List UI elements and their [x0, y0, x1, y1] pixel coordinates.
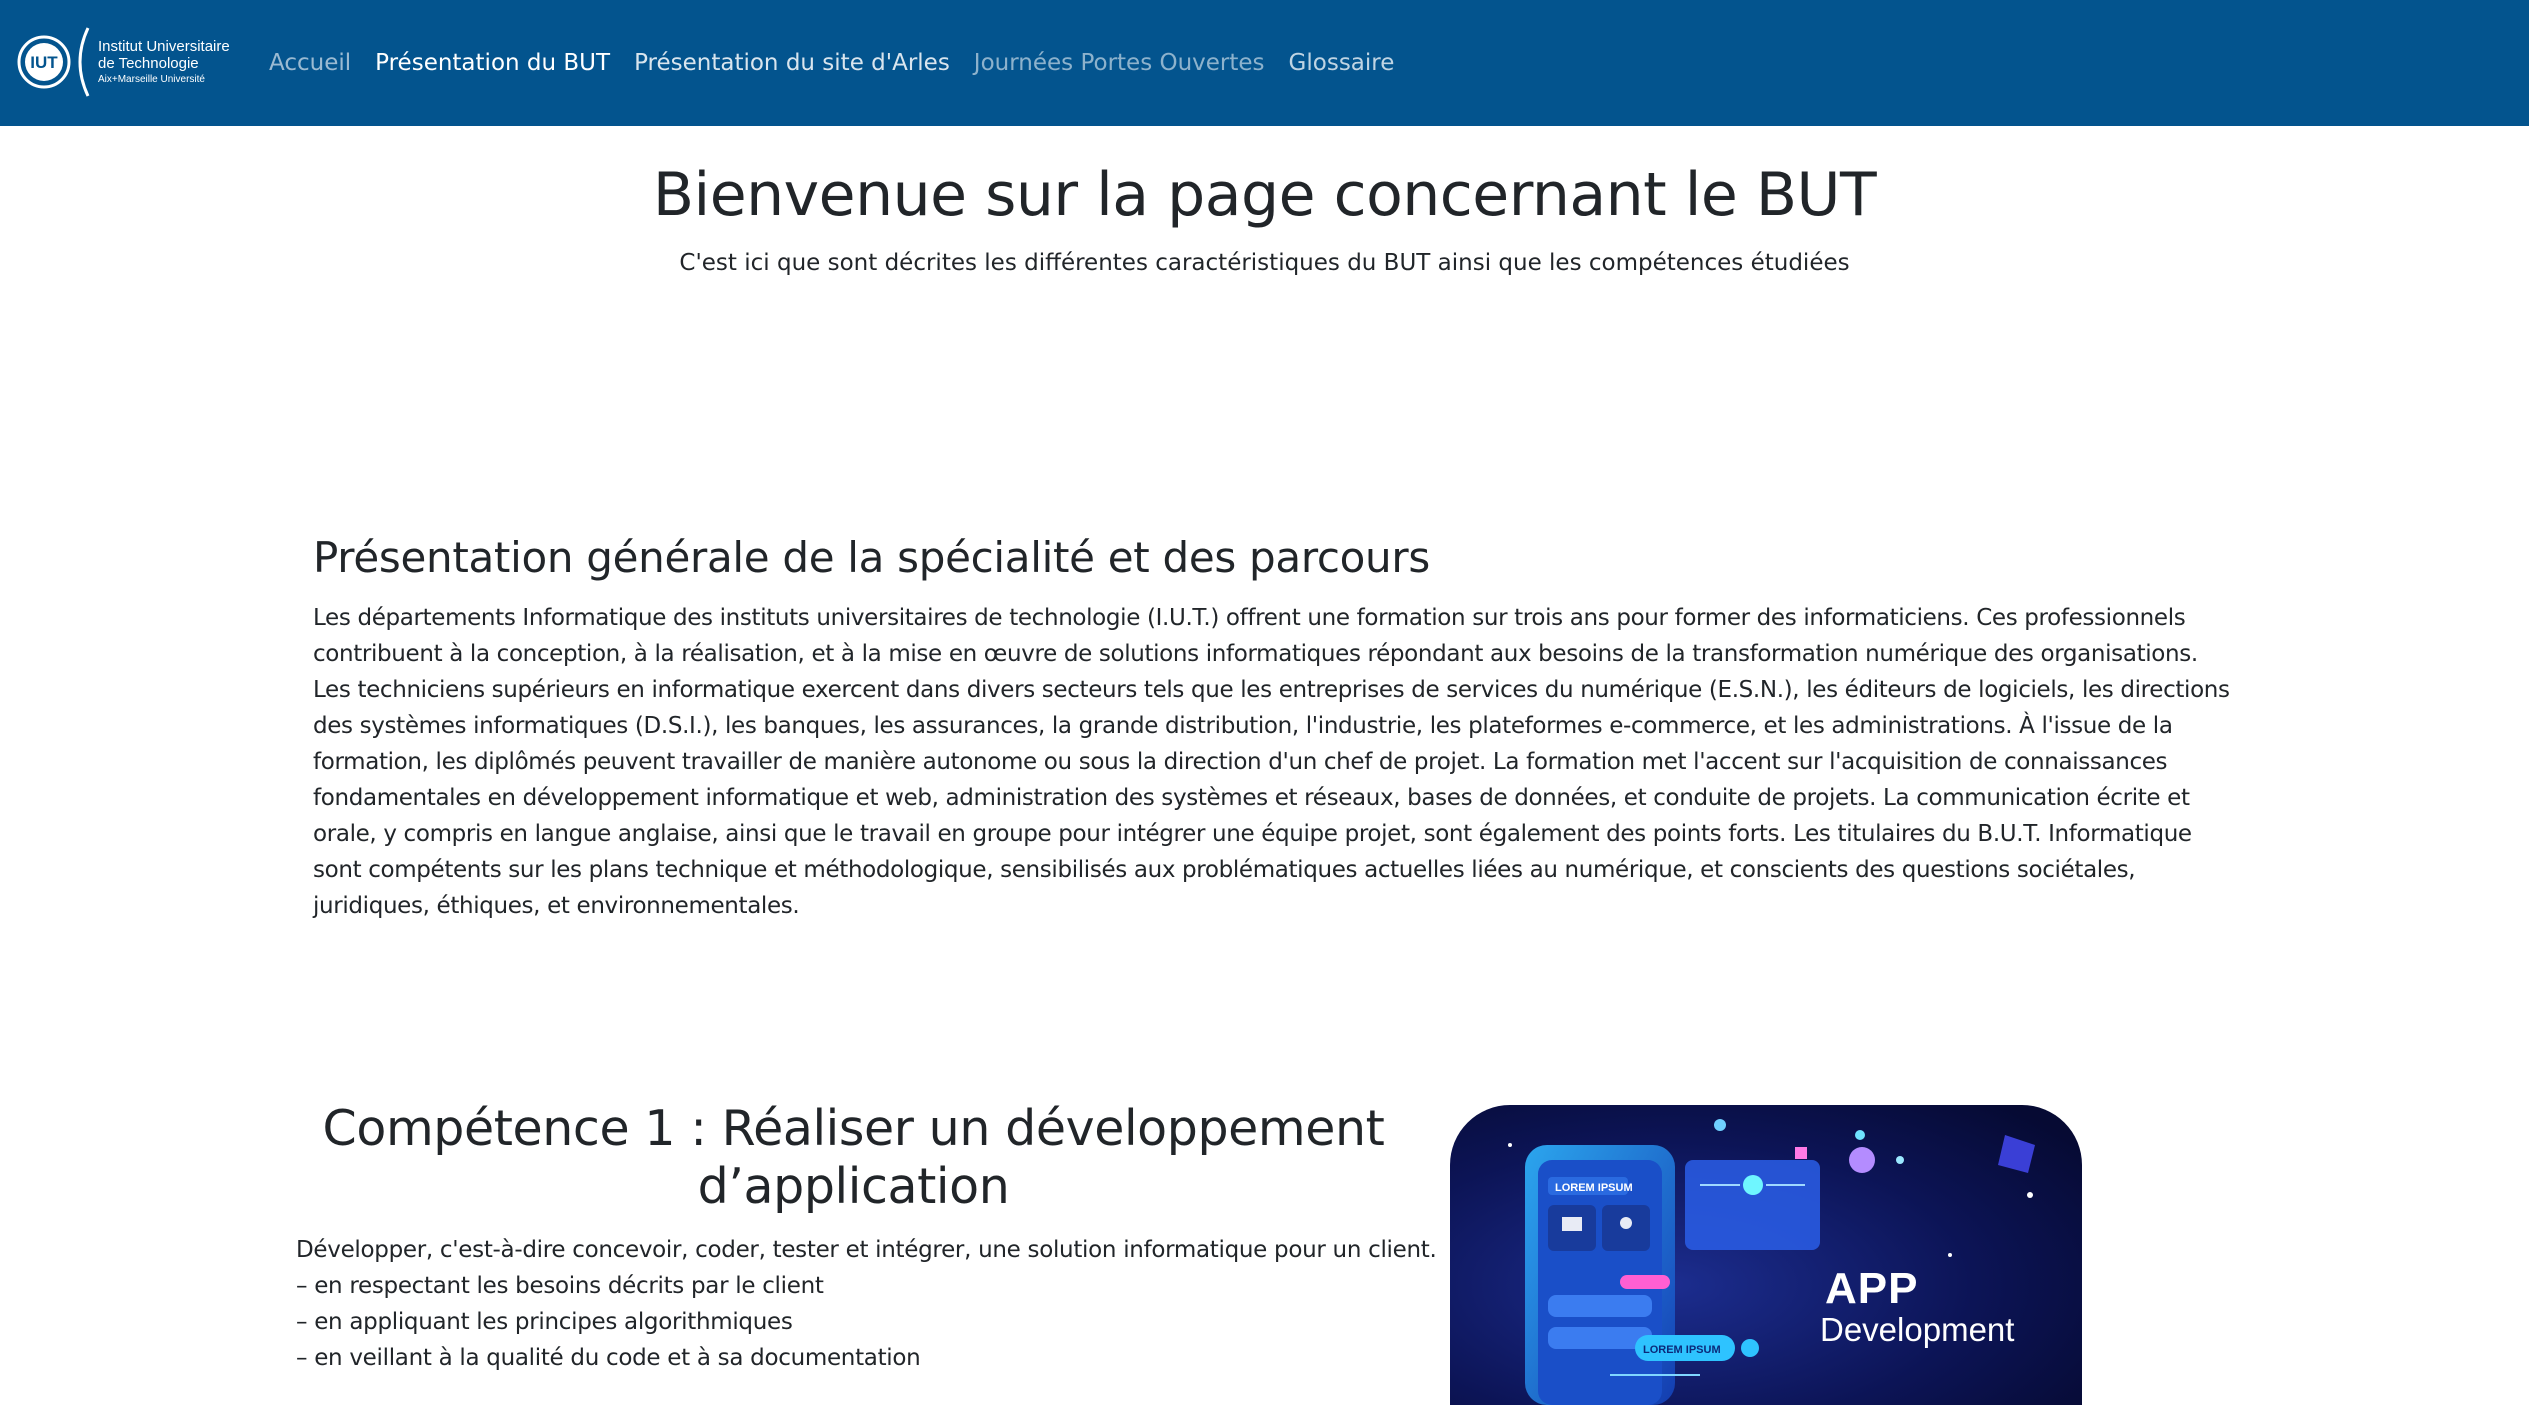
pill-label: LOREM IPSUM: [1643, 1344, 1721, 1356]
logo-line-2: de Technologie: [98, 54, 199, 72]
nav-link-presentation-but[interactable]: Présentation du BUT: [375, 50, 610, 76]
nav-link-glossaire[interactable]: Glossaire: [1289, 50, 1395, 76]
presentation-body: Les départements Informatique des instit…: [313, 605, 2230, 919]
logo-line-1: Institut Universitaire: [98, 38, 230, 55]
competence-1-item: – en respectant les besoins décrits par …: [296, 1273, 824, 1299]
phone-label: LOREM IPSUM: [1555, 1182, 1633, 1194]
page-title: Bienvenue sur la page concernant le BUT: [652, 160, 1877, 230]
development-word: Development: [1820, 1311, 2014, 1348]
competence-1-title: Compétence 1 : Réaliser un développement…: [322, 1100, 1385, 1215]
app-word: APP: [1825, 1264, 1918, 1313]
presentation-title: Présentation générale de la spécialité e…: [313, 533, 1430, 582]
page-subtitle: C'est ici que sont décrites les différen…: [679, 250, 1850, 276]
competence-1-list: Développer, c'est-à-dire concevoir, code…: [296, 1232, 1496, 1376]
logo-line-3: Aix+Marseille Université: [98, 74, 205, 85]
main-nav: Accueil Présentation du BUT Présentation…: [269, 0, 1418, 126]
nav-link-portes-ouvertes[interactable]: Journées Portes Ouvertes: [974, 50, 1265, 76]
nav-link-accueil[interactable]: Accueil: [269, 50, 351, 76]
competence-1-intro: Développer, c'est-à-dire concevoir, code…: [296, 1237, 1437, 1263]
competence-1-item: – en veillant à la qualité du code et à …: [296, 1345, 921, 1371]
app-development-illustration: LOREM IPSUM LOREM IPSUM APP Development: [1450, 1105, 2082, 1405]
logo-mark-text: IUT: [30, 53, 58, 72]
competence-1-item: – en appliquant les principes algorithmi…: [296, 1309, 793, 1335]
logo-text: Institut Universitaire de Technologie Ai…: [98, 38, 230, 85]
top-navbar: IUT Institut Universitaire de Technologi…: [0, 0, 2529, 126]
app-illustration-art: LOREM IPSUM LOREM IPSUM APP Development: [1450, 1105, 2082, 1405]
iut-logo[interactable]: IUT Institut Universitaire de Technologi…: [16, 22, 244, 102]
nav-link-site-arles[interactable]: Présentation du site d'Arles: [634, 50, 950, 76]
